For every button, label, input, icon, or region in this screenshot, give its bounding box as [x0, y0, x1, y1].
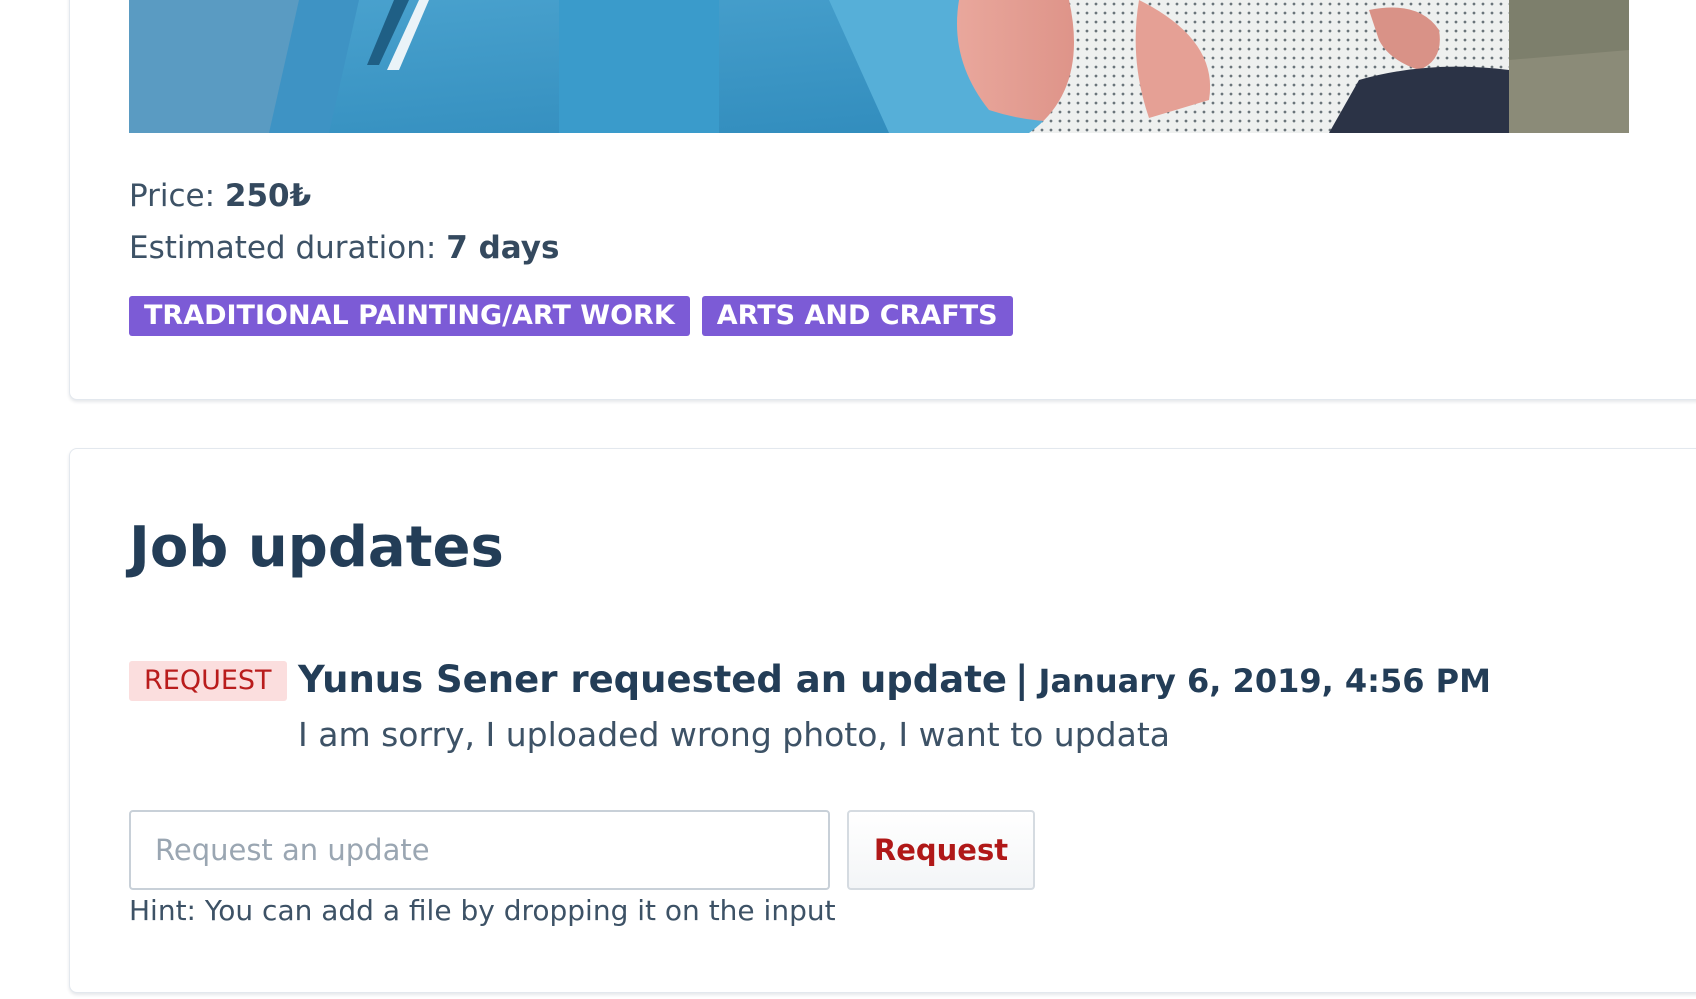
- request-button[interactable]: Request: [847, 810, 1035, 890]
- tag-arts-and-crafts[interactable]: ARTS AND CRAFTS: [701, 296, 1013, 336]
- hint-text: Hint: You can add a file by dropping it …: [129, 894, 836, 927]
- update-timestamp: January 6, 2019, 4:56 PM: [1038, 662, 1491, 700]
- update-message: I am sorry, I uploaded wrong photo, I wa…: [298, 715, 1171, 754]
- price-value: 250₺: [224, 178, 312, 214]
- category-tags: TRADITIONAL PAINTING/ART WORK ARTS AND C…: [129, 296, 1013, 336]
- duration-label: Estimated duration:: [129, 230, 447, 266]
- job-photo-artwork: [129, 0, 1629, 133]
- job-updates-title: Job updates: [129, 515, 504, 580]
- job-photo-image: [129, 0, 1629, 133]
- duration-line: Estimated duration: 7 days: [129, 230, 559, 266]
- price-line: Price: 250₺: [129, 178, 311, 214]
- update-author-text: Yunus Sener requested an update: [298, 658, 1008, 701]
- update-headline: Yunus Sener requested an update | January …: [298, 658, 1491, 701]
- price-label: Price:: [129, 178, 225, 214]
- duration-value: 7 days: [446, 230, 560, 266]
- tag-traditional-painting[interactable]: TRADITIONAL PAINTING/ART WORK: [129, 296, 690, 336]
- update-type-badge: REQUEST: [129, 661, 287, 701]
- request-update-input[interactable]: [129, 810, 830, 890]
- update-separator: |: [1015, 658, 1029, 701]
